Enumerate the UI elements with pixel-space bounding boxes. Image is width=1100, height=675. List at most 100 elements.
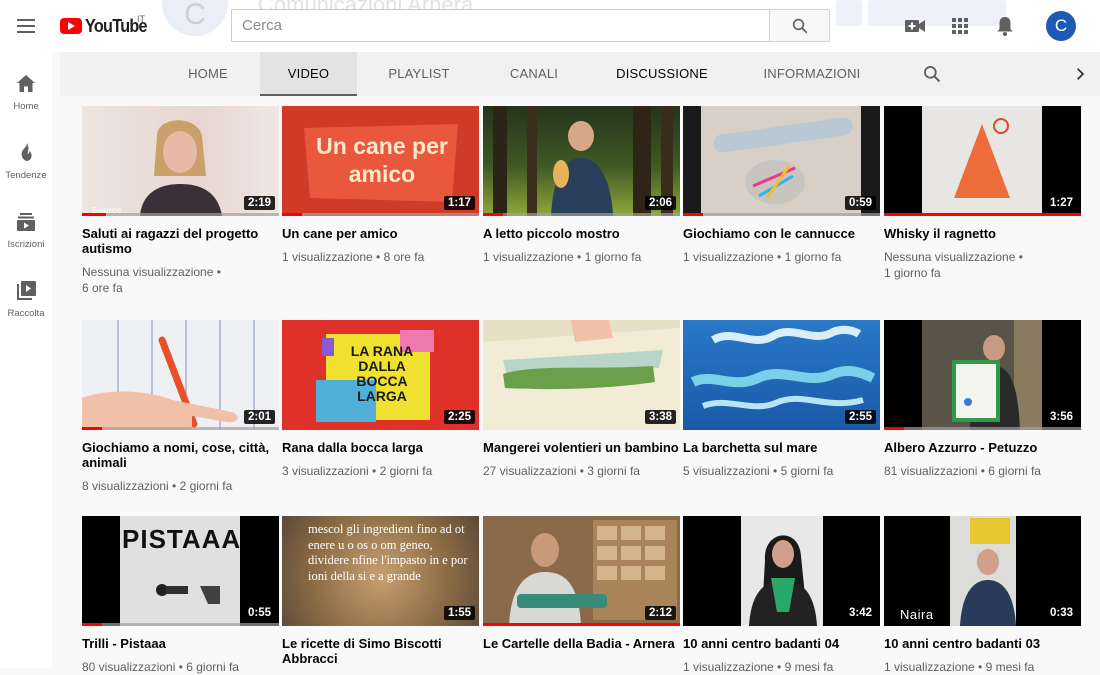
create-video-icon[interactable] bbox=[903, 14, 927, 38]
video-thumbnail[interactable]: Un cane per amico 1:17 bbox=[282, 106, 479, 216]
video-card[interactable]: Beatrice 2:19 Saluti ai ragazzi del prog… bbox=[82, 106, 279, 296]
video-meta-line: 1 visualizzazione • 9 mesi fa bbox=[683, 660, 834, 674]
search-button[interactable] bbox=[769, 9, 830, 42]
sidebar-item-label: Tendenze bbox=[5, 170, 47, 181]
video-duration: 2:25 bbox=[443, 410, 475, 424]
video-thumbnail[interactable]: 3:38 bbox=[483, 320, 680, 430]
video-title[interactable]: Le Cartelle della Badia - Arnera bbox=[483, 636, 680, 651]
top-bar: YouTube IT C Comunicazioni Arnera bbox=[0, 0, 1100, 52]
video-thumbnail[interactable]: 0:59 bbox=[683, 106, 880, 216]
thumbnail-caption: Naira bbox=[900, 607, 934, 622]
video-card[interactable]: 2:12 Le Cartelle della Badia - Arnera bbox=[483, 516, 680, 659]
video-title[interactable]: Albero Azzurro - Petuzzo bbox=[884, 440, 1081, 455]
video-meta: 27 visualizzazioni • 3 giorni fa bbox=[483, 463, 680, 479]
video-duration: 3:56 bbox=[1045, 410, 1077, 424]
video-title[interactable]: Trilli - Pistaaa bbox=[82, 636, 279, 651]
faded-subscribe-button bbox=[868, 0, 1006, 26]
video-card[interactable]: 2:55 La barchetta sul mare 5 visualizzaz… bbox=[683, 320, 880, 479]
channel-search-icon[interactable] bbox=[922, 64, 942, 84]
youtube-play-icon bbox=[60, 18, 82, 34]
video-card[interactable]: LA RANA DALLA BOCCA LARGA 2:25 Rana dall… bbox=[282, 320, 479, 479]
tab-channels[interactable]: CANALI bbox=[498, 52, 570, 96]
watch-progress-fill bbox=[82, 623, 102, 626]
video-duration: 1:17 bbox=[443, 196, 475, 210]
tab-video[interactable]: VIDEO bbox=[260, 52, 357, 96]
video-duration: 0:33 bbox=[1045, 606, 1077, 620]
video-meta-line: 81 visualizzazioni • 6 giorni fa bbox=[884, 464, 1041, 478]
watch-progress-bar bbox=[82, 427, 279, 430]
video-card[interactable]: Un cane per amico 1:17 Un cane per amico… bbox=[282, 106, 479, 265]
video-meta-line: 1 visualizzazione • 1 giorno fa bbox=[683, 250, 842, 264]
video-thumbnail[interactable]: 2:55 bbox=[683, 320, 880, 430]
video-meta: 1 visualizzazione • 9 mesi fa bbox=[683, 659, 880, 675]
sidebar-item-trending[interactable]: Tendenze bbox=[0, 141, 52, 201]
video-title[interactable]: 10 anni centro badanti 04 bbox=[683, 636, 880, 651]
video-card[interactable]: 1:27 Whisky il ragnetto Nessuna visualiz… bbox=[884, 106, 1081, 281]
channel-tabs: HOME VIDEO PLAYLIST CANALI DISCUSSIONE I… bbox=[60, 52, 1100, 96]
video-card[interactable]: PISTAAA 0:55 Trilli - Pistaaa 80 visuali… bbox=[82, 516, 279, 675]
tab-discussion[interactable]: DISCUSSIONE bbox=[610, 52, 714, 96]
watch-progress-fill bbox=[82, 213, 106, 216]
video-meta-line: 1 visualizzazione • 1 giorno fa bbox=[483, 250, 642, 264]
video-thumbnail[interactable]: 2:06 bbox=[483, 106, 680, 216]
video-duration: 2:01 bbox=[243, 410, 275, 424]
video-card[interactable]: Naira 0:33 10 anni centro badanti 03 1 v… bbox=[884, 516, 1081, 675]
search-input[interactable] bbox=[232, 10, 769, 41]
sidebar-item-subscriptions[interactable]: Iscrizioni bbox=[0, 210, 52, 270]
video-title[interactable]: Rana dalla bocca larga bbox=[282, 440, 479, 455]
account-avatar[interactable]: C bbox=[1046, 11, 1076, 41]
video-card[interactable]: 2:06 A letto piccolo mostro 1 visualizza… bbox=[483, 106, 680, 265]
video-duration: 1:55 bbox=[443, 606, 475, 620]
sidebar-item-home[interactable]: Home bbox=[0, 72, 52, 132]
tab-about[interactable]: INFORMAZIONI bbox=[756, 52, 868, 96]
video-title[interactable]: Giochiamo con le cannucce bbox=[683, 226, 880, 241]
video-card[interactable]: 0:59 Giochiamo con le cannucce 1 visuali… bbox=[683, 106, 880, 265]
tab-playlist[interactable]: PLAYLIST bbox=[376, 52, 462, 96]
video-title[interactable]: Giochiamo a nomi, cose, città, animali bbox=[82, 440, 279, 470]
video-thumbnail[interactable]: 2:12 bbox=[483, 516, 680, 626]
video-thumbnail[interactable]: 2:01 bbox=[82, 320, 279, 430]
watch-progress-fill bbox=[683, 213, 703, 216]
video-card[interactable]: 3:38 Mangerei volentieri un bambino 27 v… bbox=[483, 320, 680, 479]
video-meta-line: 80 visualizzazioni • 6 giorni fa bbox=[82, 660, 239, 674]
apps-grid-icon[interactable] bbox=[948, 14, 972, 38]
watch-progress-bar bbox=[82, 623, 279, 626]
watch-progress-bar bbox=[483, 213, 680, 216]
video-card[interactable]: 3:56 Albero Azzurro - Petuzzo 81 visuali… bbox=[884, 320, 1081, 479]
video-title[interactable]: Un cane per amico bbox=[282, 226, 479, 241]
video-title[interactable]: A letto piccolo mostro bbox=[483, 226, 680, 241]
video-thumbnail[interactable]: LA RANA DALLA BOCCA LARGA 2:25 bbox=[282, 320, 479, 430]
search-icon bbox=[792, 18, 808, 34]
video-title[interactable]: Saluti ai ragazzi del progetto autismo bbox=[82, 226, 279, 256]
sidebar-item-label: Home bbox=[13, 101, 39, 112]
video-thumbnail[interactable]: Beatrice 2:19 bbox=[82, 106, 279, 216]
video-thumbnail[interactable]: 3:42 bbox=[683, 516, 880, 626]
video-title[interactable]: Le ricette di Simo Biscotti Abbracci bbox=[282, 636, 479, 666]
video-title[interactable]: Mangerei volentieri un bambino bbox=[483, 440, 680, 455]
video-meta: 81 visualizzazioni • 6 giorni fa bbox=[884, 463, 1081, 479]
video-thumbnail[interactable]: Naira 0:33 bbox=[884, 516, 1081, 626]
video-title[interactable]: Whisky il ragnetto bbox=[884, 226, 1081, 241]
video-thumbnail[interactable]: 3:56 bbox=[884, 320, 1081, 430]
video-card[interactable]: 3:42 10 anni centro badanti 04 1 visuali… bbox=[683, 516, 880, 675]
video-thumbnail[interactable]: mescol gli ingredient fino ad ot enere u… bbox=[282, 516, 479, 626]
watch-progress-bar bbox=[282, 213, 479, 216]
video-meta: 1 visualizzazione • 8 ore fa bbox=[282, 249, 479, 265]
tab-home[interactable]: HOME bbox=[170, 52, 246, 96]
video-meta: 1 visualizzazione • 1 giorno fa bbox=[683, 249, 880, 265]
chevron-right-icon[interactable] bbox=[1073, 67, 1087, 81]
flame-icon bbox=[21, 143, 32, 161]
video-thumbnail[interactable]: PISTAAA 0:55 bbox=[82, 516, 279, 626]
video-meta: 1 visualizzazione • 9 mesi fa bbox=[884, 659, 1081, 675]
video-title[interactable]: 10 anni centro badanti 03 bbox=[884, 636, 1081, 651]
sidebar-item-label: Iscrizioni bbox=[7, 239, 45, 250]
video-thumbnail[interactable]: 1:27 bbox=[884, 106, 1081, 216]
sidebar-item-library[interactable]: Raccolta bbox=[0, 279, 52, 339]
video-meta: Nessuna visualizzazione • 1 giorno fa bbox=[884, 249, 1081, 281]
menu-icon[interactable] bbox=[14, 14, 38, 38]
watch-progress-bar bbox=[683, 213, 880, 216]
video-title[interactable]: La barchetta sul mare bbox=[683, 440, 880, 455]
video-card[interactable]: 2:01 Giochiamo a nomi, cose, città, anim… bbox=[82, 320, 279, 494]
notifications-bell-icon[interactable] bbox=[993, 14, 1017, 38]
video-card[interactable]: mescol gli ingredient fino ad ot enere u… bbox=[282, 516, 479, 674]
